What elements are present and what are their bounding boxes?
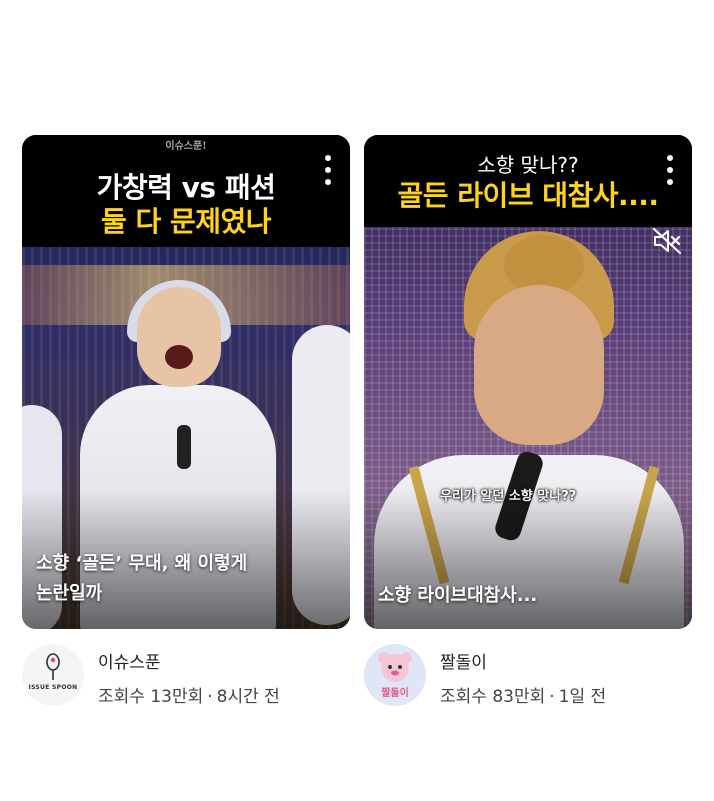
view-count: 조회수 83만회 (440, 687, 546, 707)
channel-name[interactable]: 짤돌이 (440, 648, 487, 673)
upload-time: 1일 전 (558, 687, 607, 707)
spoon-icon (46, 653, 60, 680)
more-vert-icon[interactable] (666, 155, 674, 185)
singer-mouth (165, 345, 193, 369)
separator: · (549, 687, 555, 707)
thumbnail-title: 이슈스푼! 가창력 vs 패션 둘 다 문제였나 (22, 135, 350, 247)
video-stats: 조회수 13만회 · 8시간 전 (98, 682, 280, 707)
singer-face (474, 285, 604, 445)
view-count: 조회수 13만회 (98, 687, 204, 707)
video-meta-1: ISSUE SPOON 이슈스푼 조회수 13만회 · 8시간 전 (22, 640, 352, 710)
title-line-highlight: 둘 다 문제였나 (100, 205, 272, 238)
caption-line: 소향 ‘골든’ 무대, 왜 이렇게 (36, 553, 248, 574)
video-meta-2: 짤돌이 짤돌이 조회수 83만회 · 1일 전 (364, 640, 694, 710)
channel-avatar[interactable]: 짤돌이 (364, 644, 426, 706)
video-caption: 소향 ‘골든’ 무대, 왜 이렇게 논란일까 (36, 549, 336, 609)
volume-off-icon[interactable] (652, 227, 682, 255)
separator: · (207, 687, 213, 707)
video-caption: 소향 라이브대참사... (378, 581, 678, 611)
caption-line: 소향 라이브대참사... (378, 585, 538, 606)
more-vert-icon[interactable] (324, 155, 332, 185)
shorts-card-1[interactable]: 이슈스푼! 가창력 vs 패션 둘 다 문제였나 소향 ‘골든’ 무대, 왜 이… (22, 135, 350, 629)
channel-name[interactable]: 이슈스푼 (98, 648, 161, 673)
avatar-logo-text: ISSUE SPOON (28, 684, 78, 691)
title-line: 가창력 vs 패션 (96, 171, 276, 204)
channel-avatar[interactable]: ISSUE SPOON (22, 644, 84, 706)
title-line: 소향 맞나?? (477, 153, 579, 177)
watermark: 이슈스푼! (165, 141, 207, 152)
upload-time: 8시간 전 (216, 687, 280, 707)
video-stats: 조회수 83만회 · 1일 전 (440, 682, 606, 707)
caption-line: 논란일까 (36, 583, 103, 604)
singer-face (137, 287, 221, 387)
shorts-card-2[interactable]: 소향 맞나?? 골든 라이브 대참사.... 우리가 알던 소향 맞나?? 소향… (364, 135, 692, 629)
thumbnail-title: 소향 맞나?? 골든 라이브 대참사.... (364, 135, 692, 227)
title-line-highlight: 골든 라이브 대참사.... (397, 179, 659, 212)
microphone (177, 425, 191, 469)
avatar-logo-text: 짤돌이 (381, 688, 409, 699)
